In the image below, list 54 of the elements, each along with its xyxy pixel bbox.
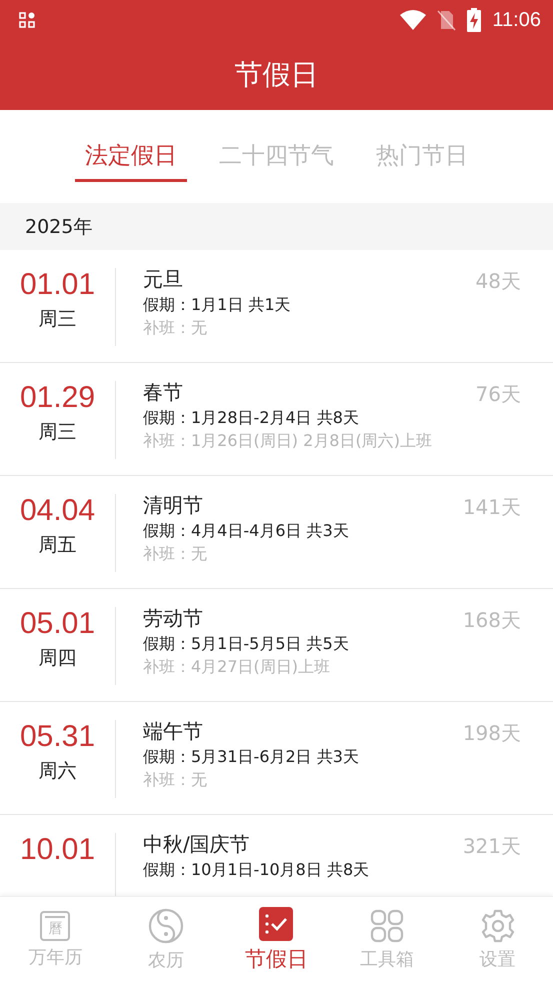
days-remaining: 321天	[462, 833, 521, 860]
holiday-period: 假期：1月28日-2月4日 共8天	[143, 408, 360, 429]
tab[interactable]: 法定假日	[75, 132, 187, 182]
holiday-period: 假期：10月1日-10月8日 共8天	[143, 860, 370, 881]
weekday: 周四	[38, 646, 76, 671]
battery-charging-icon	[466, 8, 482, 32]
holiday-date: 05.01	[20, 607, 96, 641]
no-sim-icon	[436, 9, 456, 31]
grid-icon	[370, 909, 404, 943]
nav-item[interactable]: 曆 万年历	[0, 897, 111, 983]
weekday: 周三	[38, 420, 76, 445]
holiday-period: 假期：4月4日-4月6日 共3天	[143, 521, 350, 542]
makeup-workday: 补班：4月27日(周日)上班	[143, 657, 332, 678]
weekday: 周六	[38, 759, 76, 784]
settings-icon	[480, 909, 515, 943]
holiday-name: 元旦	[143, 266, 184, 293]
holiday-name: 春节	[143, 379, 184, 406]
makeup-workday: 补班：无	[143, 544, 208, 565]
tab[interactable]: 二十四节气	[209, 132, 344, 182]
calendar-icon: 曆	[40, 911, 70, 941]
days-remaining: 168天	[462, 607, 521, 634]
holiday-date: 04.04	[20, 494, 96, 528]
nav-item[interactable]: 工具箱	[332, 897, 442, 983]
holiday-name: 劳动节	[143, 605, 204, 632]
holiday-period: 假期：5月31日-6月2日 共3天	[143, 747, 360, 768]
days-remaining: 141天	[462, 494, 521, 521]
holiday-name: 端午节	[143, 718, 204, 745]
holiday-period: 假期：5月1日-5月5日 共5天	[143, 634, 350, 655]
holiday-date: 05.31	[20, 720, 96, 754]
holiday-date: 01.01	[20, 268, 96, 302]
makeup-workday: 补班：无	[143, 318, 208, 339]
year-header: 2025年	[0, 203, 553, 250]
holiday-name: 清明节	[143, 492, 204, 519]
weekday: 周三	[38, 307, 76, 332]
apps-icon	[19, 12, 35, 28]
holiday-name: 中秋/国庆节	[143, 831, 251, 858]
status-time: 11:06	[492, 8, 541, 32]
page-title: 节假日	[234, 57, 318, 93]
holiday-date: 01.29	[20, 381, 96, 415]
days-remaining: 198天	[462, 720, 521, 747]
checklist-icon	[259, 907, 294, 941]
nav-item[interactable]: 农历	[110, 897, 222, 983]
days-remaining: 76天	[476, 381, 521, 408]
nav-item[interactable]: 节假日	[221, 897, 332, 983]
holiday-period: 假期：1月1日 共1天	[143, 295, 292, 316]
yin-yang-icon	[148, 908, 184, 944]
tab[interactable]: 热门节日	[366, 132, 478, 182]
days-remaining: 48天	[476, 268, 521, 295]
nav-item[interactable]: 设置	[442, 897, 553, 983]
weekday: 周五	[38, 533, 76, 558]
makeup-workday: 补班：无	[143, 770, 208, 791]
wifi-icon	[400, 9, 426, 31]
makeup-workday: 补班：1月26日(周日) 2月8日(周六)上班	[143, 431, 433, 452]
holiday-date: 10.01	[20, 833, 96, 867]
